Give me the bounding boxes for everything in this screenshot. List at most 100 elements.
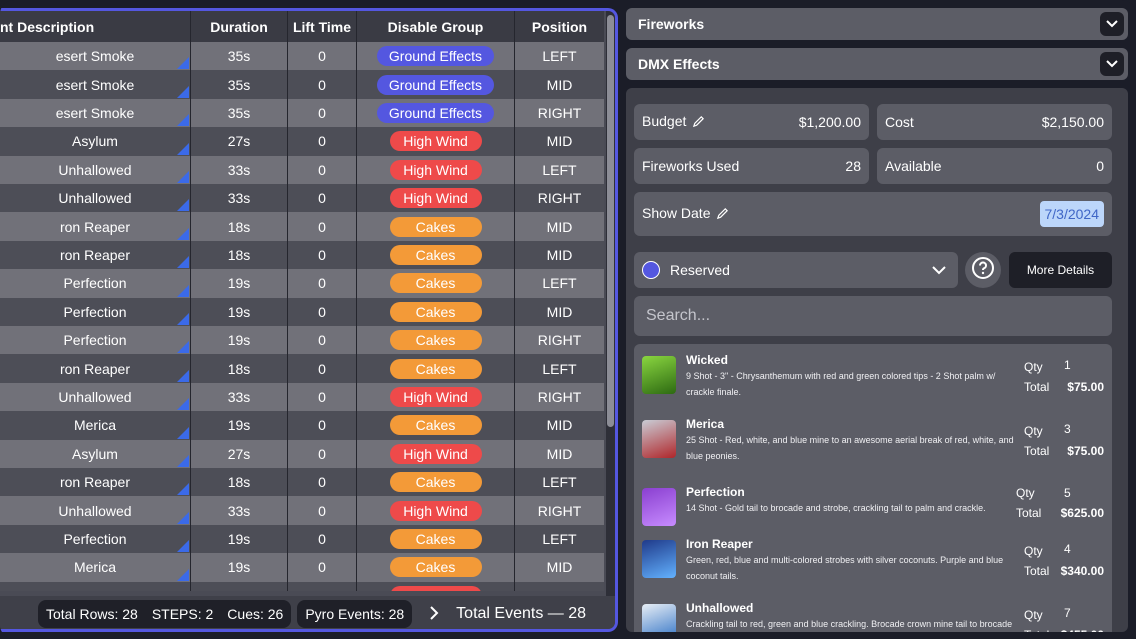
help-button[interactable] [965, 252, 1001, 288]
duration-cell[interactable]: 35s [191, 70, 288, 99]
lift-time-cell[interactable]: 0 [288, 553, 357, 582]
disable-group-badge[interactable]: Ground Effects [376, 102, 495, 123]
lift-time-cell[interactable]: 0 [288, 212, 357, 241]
duration-cell[interactable]: 33s [191, 382, 288, 412]
table-row[interactable]: Merica 19s 0 Cakes MID [0, 411, 604, 440]
disable-group-badge[interactable]: High Wind [389, 159, 482, 180]
position-cell[interactable]: MID [515, 70, 604, 98]
position-cell[interactable]: LEFT [515, 525, 604, 553]
lift-time-cell[interactable]: 0 [288, 496, 357, 525]
duration-cell[interactable]: 18s [191, 212, 288, 241]
disable-group-cell[interactable]: Cakes [357, 553, 515, 582]
lift-time-cell[interactable]: 0 [288, 468, 357, 497]
show-date-input[interactable]: 7/3/2024 [1039, 201, 1104, 227]
lift-time-cell[interactable]: 0 [288, 382, 357, 412]
disable-group-cell[interactable]: Cakes [357, 326, 515, 355]
duration-cell[interactable]: 27s [191, 127, 288, 156]
position-cell[interactable]: LEFT [515, 468, 604, 496]
description-cell[interactable]: Asylum [0, 127, 191, 156]
dmx-section-header[interactable]: DMX Effects [626, 48, 1128, 80]
col-description[interactable]: nt Description [0, 11, 191, 42]
pencil-icon[interactable] [692, 115, 705, 131]
lift-time-cell[interactable]: 0 [288, 326, 357, 355]
position-cell[interactable]: LEFT [515, 269, 604, 297]
table-row[interactable]: ron Reaper 18s 0 Cakes LEFT [0, 468, 604, 497]
description-cell[interactable]: Unhallowed [0, 581, 191, 591]
position-cell[interactable]: MID [515, 127, 604, 155]
lift-time-cell[interactable]: 0 [288, 297, 357, 326]
search-input[interactable] [634, 296, 1112, 336]
description-cell[interactable]: Unhallowed [0, 496, 191, 525]
lift-time-cell[interactable]: 0 [288, 269, 357, 298]
duration-cell[interactable]: 19s [191, 326, 288, 355]
col-position[interactable]: Position [515, 11, 604, 42]
vertical-scrollbar[interactable] [606, 11, 615, 601]
disable-group-badge[interactable]: High Wind [389, 386, 482, 407]
disable-group-badge[interactable]: Cakes [389, 557, 482, 578]
disable-group-cell[interactable]: High Wind [357, 496, 515, 525]
col-disable-group[interactable]: Disable Group [357, 11, 515, 42]
table-row[interactable]: esert Smoke 35s 0 Ground Effects MID [0, 70, 604, 99]
scrollbar-thumb[interactable] [607, 15, 614, 427]
position-cell[interactable]: LEFT [515, 156, 604, 184]
pencil-icon[interactable] [716, 207, 729, 223]
position-cell[interactable]: MID [515, 298, 604, 326]
lift-time-cell[interactable]: 0 [288, 98, 357, 128]
description-cell[interactable]: Unhallowed [0, 184, 191, 213]
duration-cell[interactable]: 19s [191, 411, 288, 440]
position-cell[interactable]: RIGHT [515, 496, 604, 524]
position-cell[interactable]: RIGHT [515, 383, 604, 411]
fireworks-section-header[interactable]: Fireworks [626, 8, 1128, 40]
lift-time-cell[interactable]: 0 [288, 240, 357, 270]
description-cell[interactable]: Perfection [0, 524, 191, 554]
disable-group-cell[interactable]: Ground Effects [357, 70, 515, 99]
description-cell[interactable]: Merica [0, 553, 191, 582]
description-cell[interactable]: Unhallowed [0, 382, 191, 412]
table-row[interactable]: Unhallowed 33s0 High Wind RIGHT [0, 184, 604, 213]
table-row[interactable]: esert Smoke 35s 0 Ground Effects RIGHT [0, 98, 604, 128]
disable-group-badge[interactable]: High Wind [389, 188, 482, 209]
disable-group-cell[interactable]: Ground Effects [357, 98, 515, 128]
duration-cell[interactable]: 19s [191, 524, 288, 554]
disable-group-cell[interactable]: High Wind [357, 382, 515, 412]
table-row[interactable]: ron Reaper 18s 0 Cakes MID [0, 240, 604, 270]
position-cell[interactable]: MID [515, 241, 604, 269]
description-cell[interactable]: esert Smoke [0, 42, 191, 71]
disable-group-cell[interactable]: Cakes [357, 240, 515, 270]
chevron-right-icon[interactable] [424, 604, 444, 625]
disable-group-badge[interactable]: Cakes [389, 528, 482, 549]
duration-cell[interactable]: 19s [191, 297, 288, 326]
disable-group-cell[interactable]: High Wind [357, 439, 515, 468]
budget-box[interactable]: Budget $1,200.00 [634, 104, 869, 140]
description-cell[interactable]: esert Smoke [0, 70, 191, 99]
duration-cell[interactable]: 19s [191, 269, 288, 298]
product-item[interactable]: Merica 25 Shot - Red, white, and blue min… [634, 408, 1112, 472]
chevron-down-icon[interactable] [1100, 52, 1124, 76]
lift-time-cell[interactable]: 0 [288, 127, 357, 156]
disable-group-cell[interactable]: Cakes [357, 354, 515, 383]
disable-group-cell[interactable]: Cakes [357, 212, 515, 241]
lift-time-cell[interactable]: 0 [288, 155, 357, 184]
duration-cell[interactable]: 33s [191, 155, 288, 184]
table-row[interactable]: Merica 19s 0 Cakes MID [0, 553, 604, 582]
description-cell[interactable]: Perfection [0, 269, 191, 298]
table-row[interactable]: esert Smoke 35s 0 Ground Effects LEFT [0, 42, 604, 71]
disable-group-badge[interactable]: Ground Effects [376, 74, 495, 95]
disable-group-badge[interactable]: High Wind [389, 585, 482, 591]
position-cell[interactable]: LEFT [515, 354, 604, 382]
disable-group-badge[interactable]: Cakes [389, 358, 482, 379]
duration-cell[interactable]: 18s [191, 240, 288, 270]
table-row[interactable]: Perfection 19s 0 Cakes MID [0, 297, 604, 326]
chevron-down-icon[interactable] [1100, 12, 1124, 36]
disable-group-cell[interactable]: Cakes [357, 468, 515, 497]
disable-group-badge[interactable]: Cakes [389, 273, 482, 294]
duration-cell[interactable]: 35s [191, 98, 288, 128]
description-cell[interactable]: ron Reaper [0, 212, 191, 241]
duration-cell[interactable]: 19s [191, 553, 288, 582]
table-row[interactable]: Perfection 19s 0 Cakes LEFT [0, 524, 604, 554]
disable-group-cell[interactable]: Cakes [357, 524, 515, 554]
disable-group-cell[interactable]: Cakes [357, 297, 515, 326]
status-select[interactable]: Reserved [634, 252, 958, 288]
description-cell[interactable]: Merica [0, 411, 191, 440]
table-row[interactable]: Asylum 27s 0 High Wind MID [0, 439, 604, 468]
